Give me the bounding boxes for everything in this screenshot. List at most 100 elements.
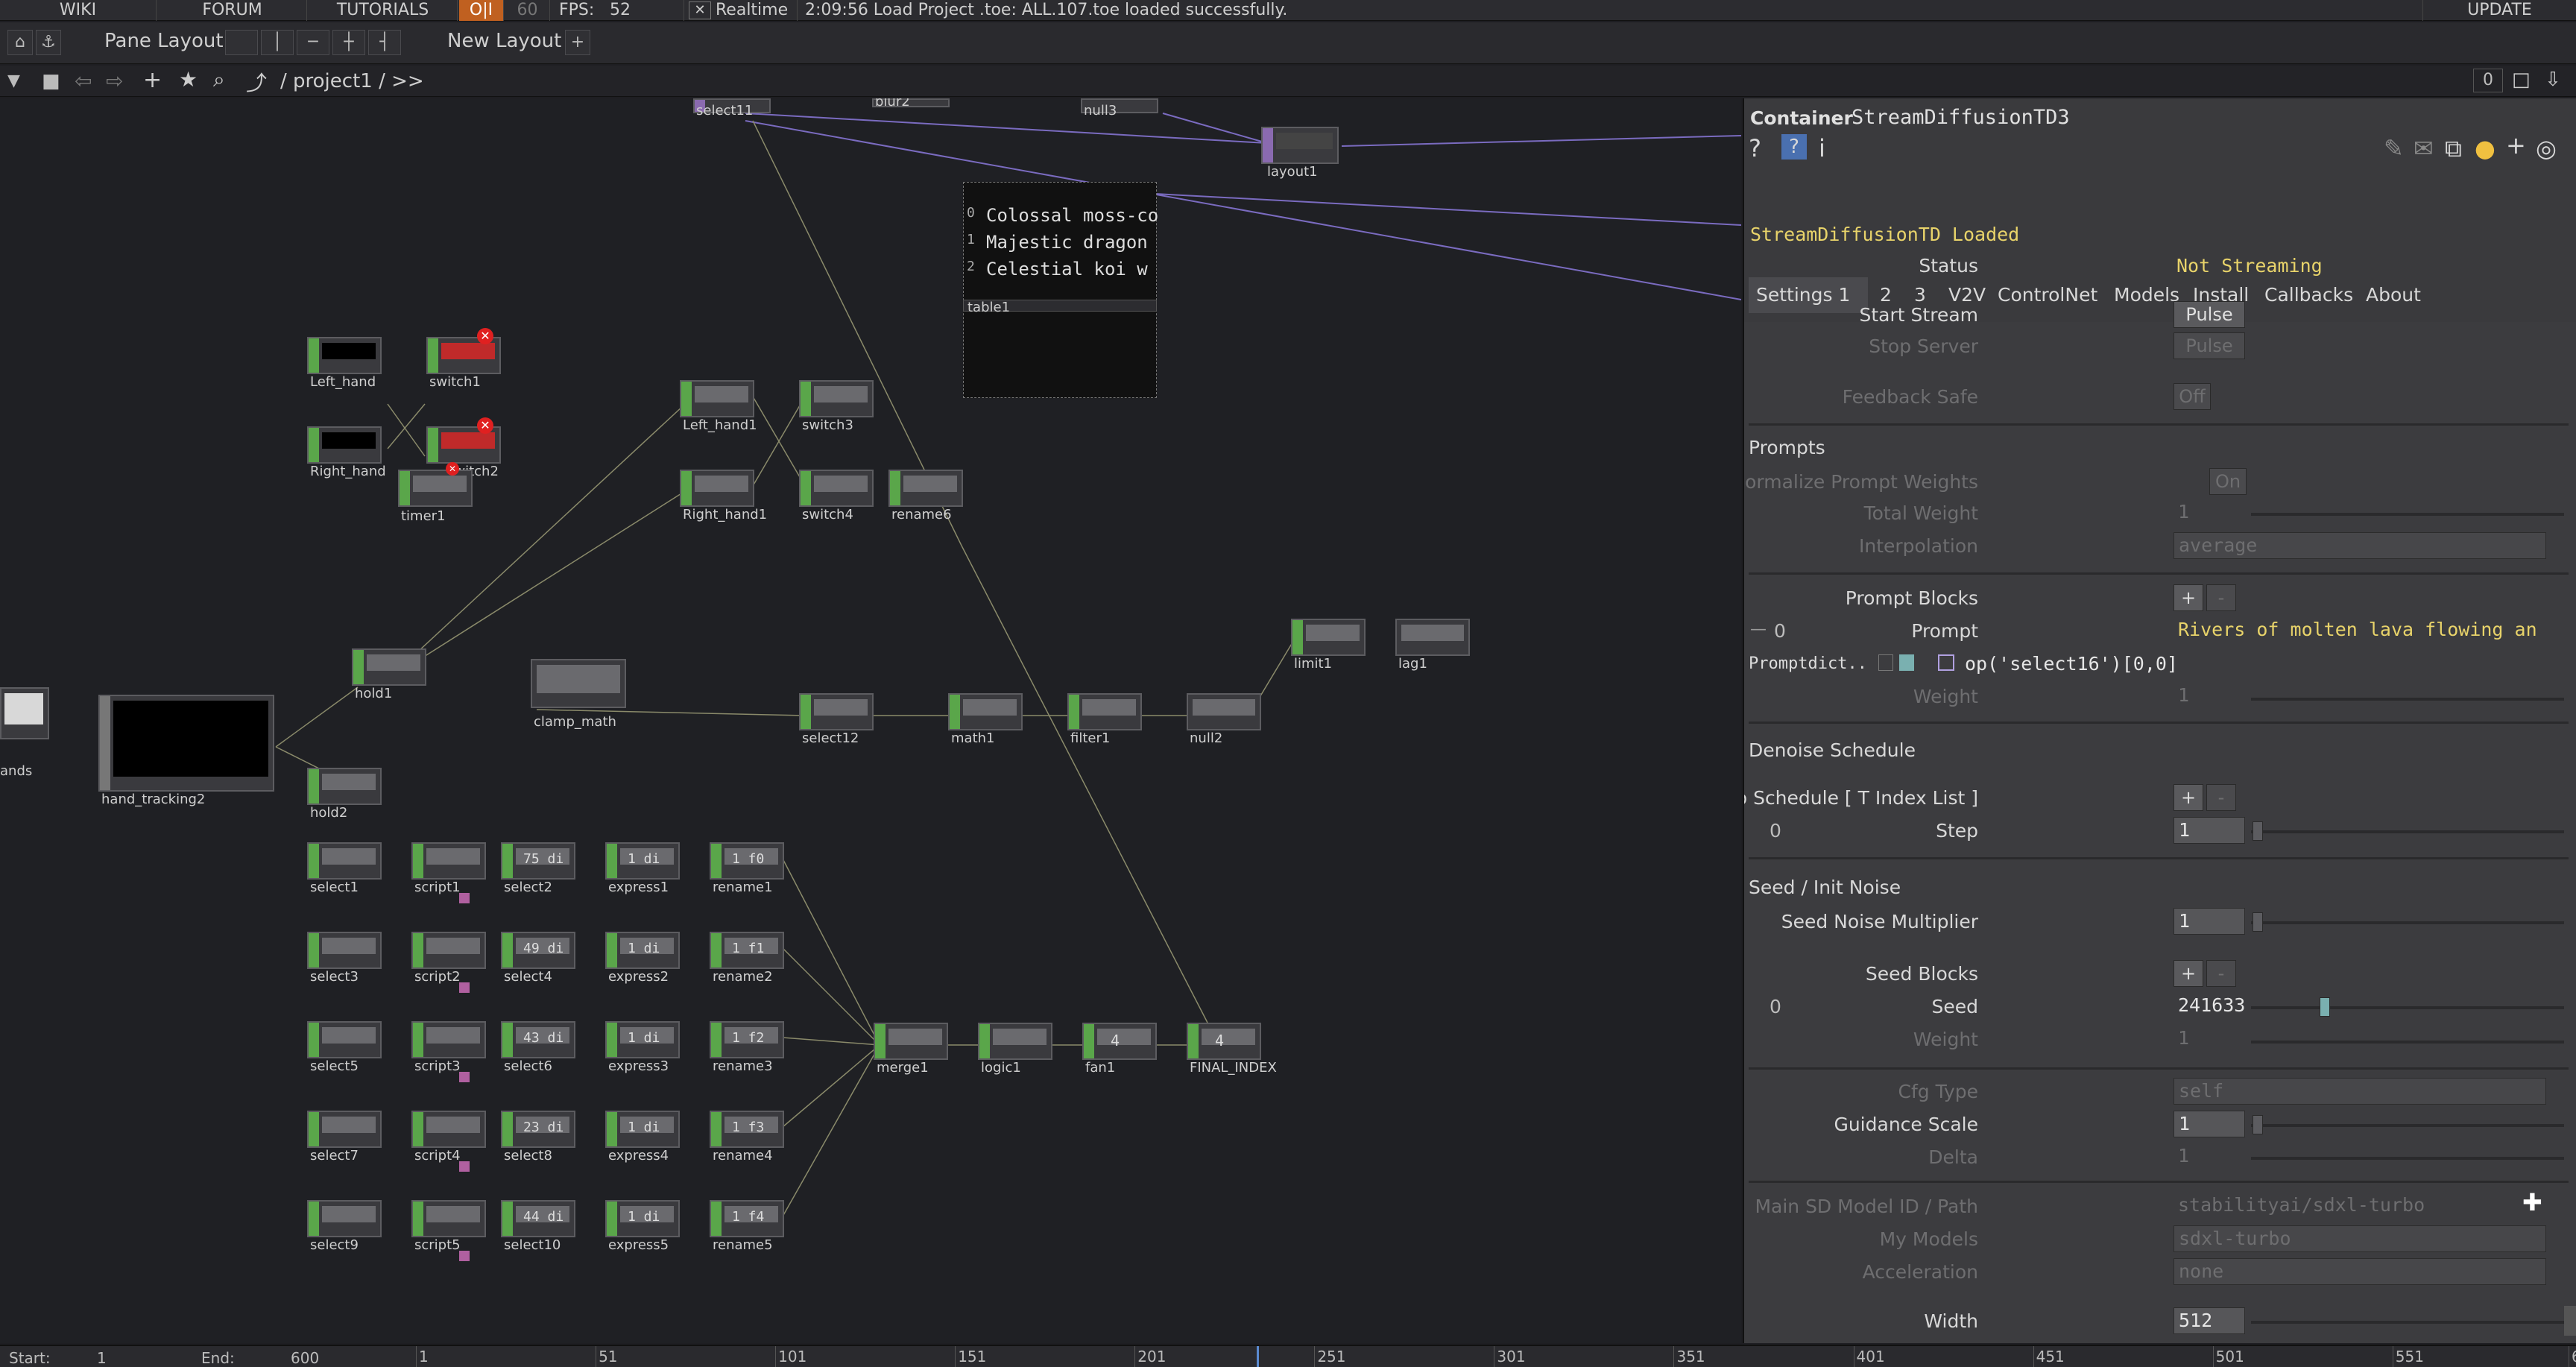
mode-constant-icon[interactable]: [1878, 654, 1893, 671]
node-hold2[interactable]: hold2: [310, 805, 347, 821]
tab-settings-1[interactable]: Settings 1: [1749, 277, 1868, 313]
node-clamp-math[interactable]: clamp_math: [534, 714, 616, 730]
operator-node[interactable]: [411, 1200, 486, 1237]
node-final-index[interactable]: FINAL_INDEX: [1190, 1060, 1277, 1076]
operator-node[interactable]: [411, 1021, 486, 1058]
operator-node[interactable]: [307, 932, 382, 969]
node-label[interactable]: rename2: [713, 969, 773, 985]
step-value[interactable]: 1: [2174, 817, 2245, 844]
guidance-slider[interactable]: [2253, 1115, 2263, 1134]
target-icon[interactable]: ◎: [2536, 134, 2557, 162]
node-label[interactable]: select1: [310, 880, 359, 895]
node-label[interactable]: select3: [310, 969, 359, 985]
node-limit1[interactable]: limit1: [1294, 656, 1332, 672]
seed-value[interactable]: 241633: [2174, 993, 2245, 1020]
step-schedule-add[interactable]: +: [2174, 784, 2203, 811]
seed-weight-value[interactable]: 1: [2174, 1026, 2245, 1052]
node-label[interactable]: rename4: [713, 1148, 773, 1164]
edit-icon[interactable]: ✎: [2384, 134, 2404, 162]
prompt-field[interactable]: Rivers of molten lava flowing an: [2174, 617, 2546, 644]
seed-blocks-add[interactable]: +: [2174, 960, 2203, 987]
layout-single-button[interactable]: [225, 30, 258, 55]
node-label[interactable]: select2: [504, 880, 552, 895]
network-editor[interactable]: select11 blur2 null3 layout1 0 Colossal …: [0, 98, 1741, 1343]
node-switch3[interactable]: switch3: [802, 417, 853, 433]
node-label[interactable]: script5: [414, 1237, 461, 1253]
operator-node[interactable]: [307, 1111, 382, 1148]
star-icon[interactable]: ★: [179, 67, 198, 92]
node-label[interactable]: rename5: [713, 1237, 773, 1253]
prompt-blocks-remove[interactable]: -: [2206, 584, 2236, 611]
node-filter1[interactable]: filter1: [1070, 730, 1110, 746]
node-label[interactable]: select9: [310, 1237, 359, 1253]
playhead[interactable]: [1257, 1346, 1259, 1367]
node-label[interactable]: express3: [608, 1058, 669, 1074]
python-icon[interactable]: ●: [2475, 134, 2496, 162]
guidance-value[interactable]: 1: [2174, 1111, 2245, 1137]
home-icon[interactable]: ⌂: [7, 30, 33, 55]
node-label[interactable]: select8: [504, 1148, 552, 1164]
node-select12[interactable]: select12: [802, 730, 859, 746]
step-schedule-remove[interactable]: -: [2206, 784, 2236, 811]
node-table1-box[interactable]: 0 Colossal moss-co 1 Majestic dragon 2 C…: [963, 182, 1158, 398]
node-rename6[interactable]: rename6: [891, 507, 952, 523]
node-timer1[interactable]: timer1: [401, 508, 446, 524]
node-select11[interactable]: select11: [696, 103, 753, 119]
copy-icon[interactable]: ⧉: [2445, 134, 2462, 163]
acceleration-select[interactable]: none: [2174, 1258, 2546, 1285]
node-hands[interactable]: ands: [0, 763, 32, 779]
node-label[interactable]: rename3: [713, 1058, 773, 1074]
seed-noise-value[interactable]: 1: [2174, 908, 2245, 935]
new-layout-label[interactable]: New Layout: [447, 30, 561, 52]
maximize-icon[interactable]: □: [2512, 69, 2531, 91]
width-value[interactable]: 512: [2174, 1307, 2245, 1334]
add-icon[interactable]: +: [143, 67, 162, 93]
mode-expression-icon[interactable]: [1899, 654, 1914, 671]
operator-node[interactable]: [307, 1200, 382, 1237]
node-blur2[interactable]: blur2: [875, 98, 910, 110]
node-layout1-box[interactable]: [1261, 127, 1339, 164]
promptdict-expression[interactable]: op('select16')[0,0]: [1965, 653, 2178, 675]
add-icon[interactable]: +: [2506, 131, 2526, 160]
node-right-hand[interactable]: Right_hand: [310, 464, 386, 479]
node-null2[interactable]: null2: [1190, 730, 1222, 746]
node-left-hand1[interactable]: Left_hand1: [683, 417, 757, 433]
node-switch4[interactable]: switch4: [802, 507, 853, 523]
python-help-icon[interactable]: ?: [1781, 134, 1807, 160]
back-icon[interactable]: ⇦: [75, 69, 92, 93]
comment-icon[interactable]: ✉: [2414, 134, 2434, 162]
forward-icon[interactable]: ⇨: [106, 69, 123, 93]
node-label[interactable]: select4: [504, 969, 552, 985]
normalize-toggle[interactable]: On: [2209, 468, 2247, 495]
node-lag1[interactable]: lag1: [1398, 656, 1427, 672]
node-logic1[interactable]: logic1: [981, 1060, 1021, 1076]
tab-callbacks[interactable]: Callbacks: [2257, 277, 2354, 313]
node-hold1[interactable]: hold1: [355, 686, 392, 701]
step-slider[interactable]: [2253, 821, 2263, 841]
node-right-hand1[interactable]: Right_hand1: [683, 507, 767, 523]
weight-value[interactable]: 1: [2174, 683, 2245, 710]
operator-node[interactable]: [411, 842, 486, 880]
tab-models[interactable]: Models: [2106, 277, 2181, 313]
realtime-checkbox[interactable]: ✕: [689, 1, 711, 19]
node-label[interactable]: express5: [608, 1237, 669, 1253]
node-null3[interactable]: null3: [1084, 103, 1117, 119]
node-label[interactable]: express1: [608, 880, 669, 895]
layout-split-h-button[interactable]: ─: [297, 30, 329, 55]
node-switch1[interactable]: switch1: [429, 374, 481, 390]
stop-server-button[interactable]: Pulse: [2174, 332, 2245, 359]
tab-about[interactable]: About: [2358, 277, 2425, 313]
node-label[interactable]: select5: [310, 1058, 359, 1074]
forum-button[interactable]: FORUM: [158, 0, 307, 21]
op-name[interactable]: StreamDiffusionTD3: [1852, 106, 2070, 129]
start-stream-button[interactable]: Pulse: [2174, 301, 2245, 328]
mode-export-icon[interactable]: [1938, 654, 1954, 671]
node-label[interactable]: script1: [414, 880, 461, 895]
node-table1[interactable]: table1: [967, 300, 1010, 315]
node-label[interactable]: select7: [310, 1148, 359, 1164]
block-collapse-icon[interactable]: —: [1750, 620, 1767, 639]
cfg-type-select[interactable]: self: [2174, 1078, 2546, 1105]
interpolation-select[interactable]: average: [2174, 532, 2546, 559]
seed-noise-slider[interactable]: [2253, 912, 2263, 932]
wiki-button[interactable]: WIKI: [0, 0, 157, 21]
